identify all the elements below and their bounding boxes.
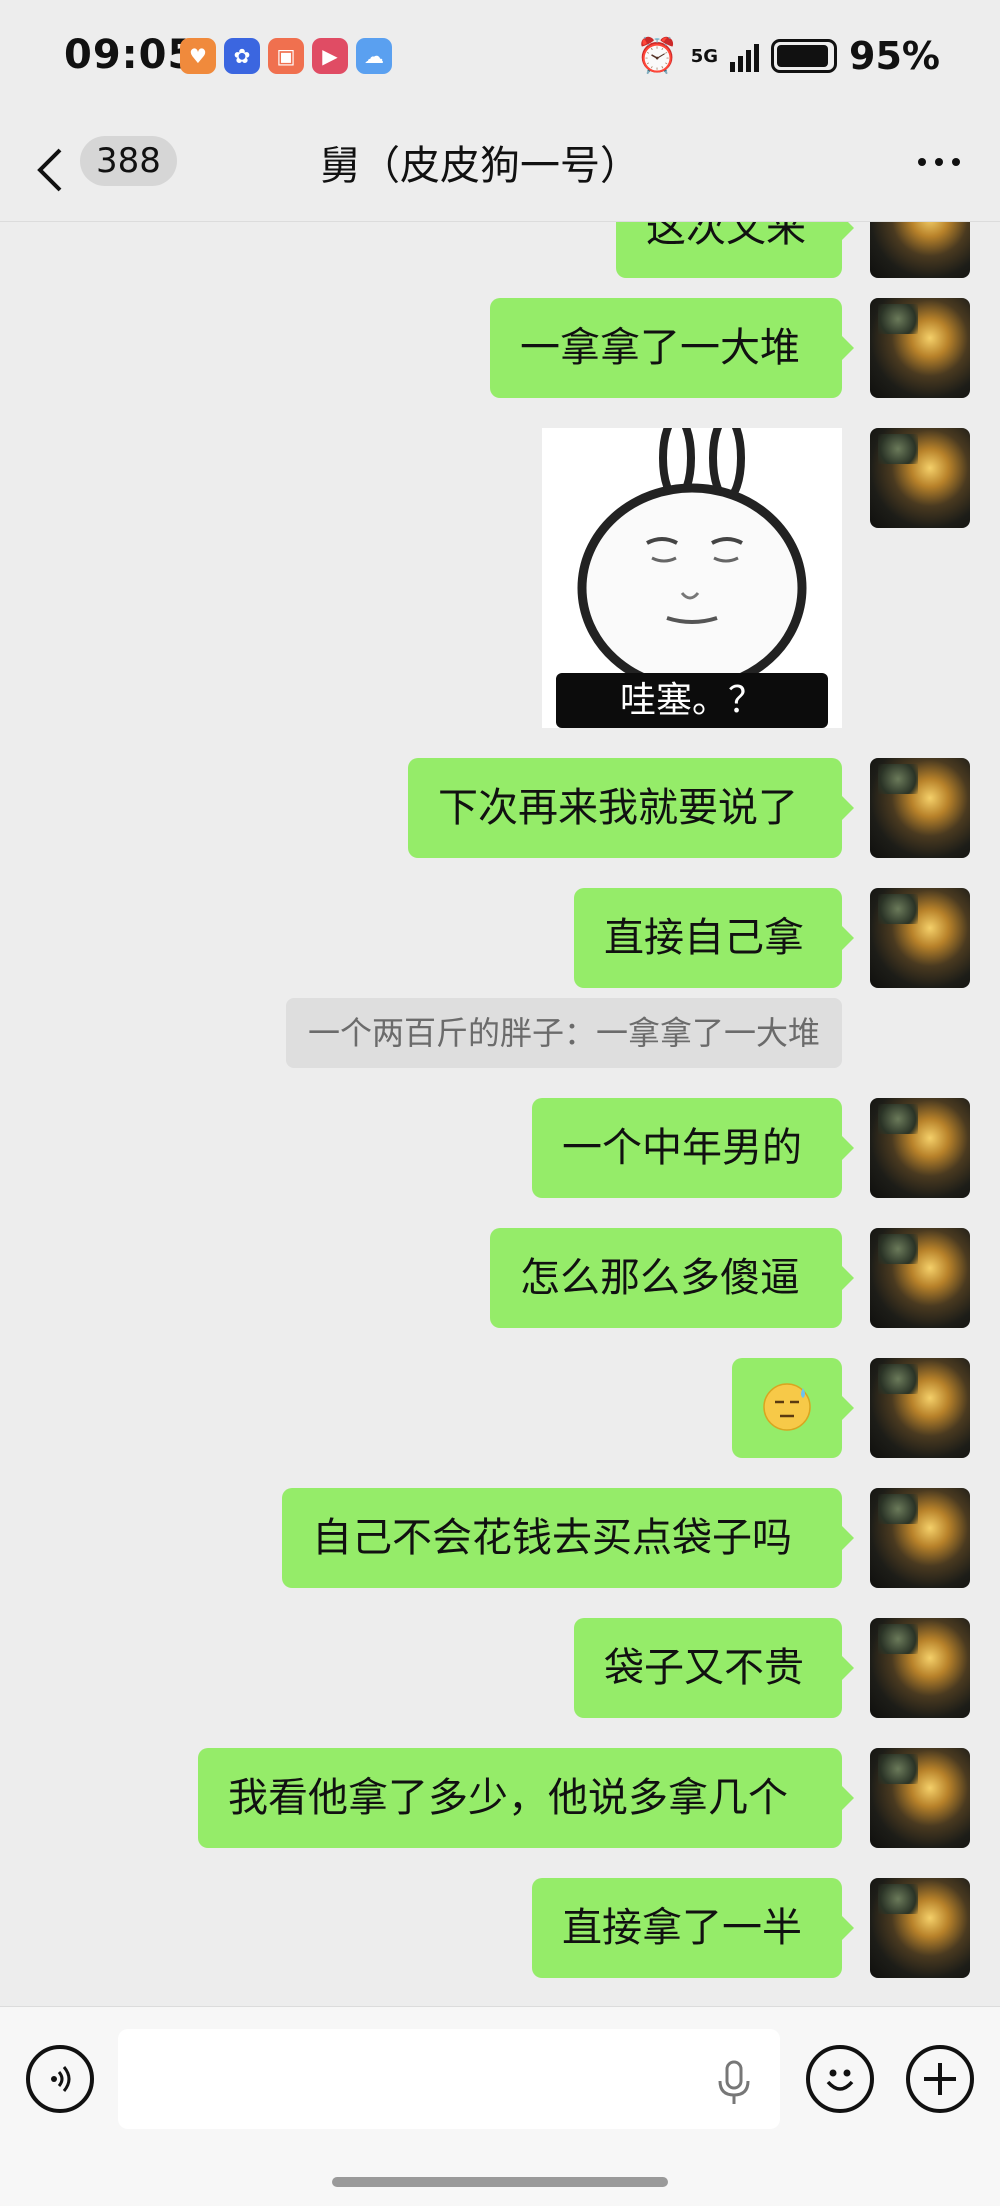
chat-title[interactable]: 舅（皮皮狗一号） bbox=[0, 136, 960, 196]
sticker-image[interactable]: 哇塞。？ bbox=[542, 428, 842, 728]
message-row: 这次又来 bbox=[0, 222, 1000, 278]
message-bubble[interactable]: 自己不会花钱去买点袋子吗 bbox=[282, 1488, 854, 1588]
message-bubble[interactable]: 一拿拿了一大堆 bbox=[490, 298, 854, 398]
plus-button[interactable] bbox=[906, 2045, 974, 2113]
message-input[interactable] bbox=[118, 2029, 780, 2129]
avatar[interactable] bbox=[870, 428, 970, 528]
avatar[interactable] bbox=[870, 888, 970, 988]
message-row: 哇塞。？ bbox=[0, 428, 1000, 728]
status-app-icons: ♥ ✿ ▣ ▶ ☁ bbox=[180, 38, 392, 74]
message-row: 自己不会花钱去买点袋子吗 bbox=[0, 1488, 1000, 1588]
message-row: 直接拿了一半 bbox=[0, 1878, 1000, 1978]
plus-icon bbox=[924, 2063, 956, 2095]
battery-icon bbox=[771, 39, 838, 73]
emoji-button[interactable] bbox=[806, 2045, 874, 2113]
input-bar bbox=[0, 2006, 1000, 2206]
message-row: 袋子又不贵 bbox=[0, 1618, 1000, 1718]
message-row: 一个中年男的 bbox=[0, 1098, 1000, 1198]
avatar[interactable] bbox=[870, 222, 970, 278]
voice-icon bbox=[51, 2066, 71, 2092]
message-bubble[interactable]: 袋子又不贵 bbox=[574, 1618, 854, 1718]
avatar[interactable] bbox=[870, 1358, 970, 1458]
alarm-icon: ⏰ bbox=[636, 36, 679, 76]
microphone-icon bbox=[718, 2060, 750, 2104]
battery-percentage: 95% bbox=[849, 34, 940, 78]
status-indicators: ⏰ 5G 95% bbox=[636, 34, 940, 78]
message-bubble[interactable]: 这次又来 bbox=[616, 222, 854, 278]
message-list[interactable]: 这次又来 一拿拿了一大堆 哇塞。？ 下次再来我就要说了 直接自己拿 一个两百斤的… bbox=[0, 222, 1000, 2006]
avatar[interactable] bbox=[870, 1228, 970, 1328]
status-bar: 09:05 ♥ ✿ ▣ ▶ ☁ ⏰ 5G 95% bbox=[0, 0, 1000, 118]
avatar[interactable] bbox=[870, 1488, 970, 1588]
message-row: 直接自己拿 bbox=[0, 888, 1000, 988]
avatar[interactable] bbox=[870, 1098, 970, 1198]
home-indicator[interactable] bbox=[332, 2177, 668, 2187]
heart-app-icon: ♥ bbox=[180, 38, 216, 74]
message-bubble[interactable]: 我看他拿了多少，他说多拿几个 bbox=[198, 1748, 854, 1848]
more-dots-icon bbox=[918, 158, 926, 166]
message-bubble[interactable]: 一个中年男的 bbox=[532, 1098, 854, 1198]
message-row: 下次再来我就要说了 bbox=[0, 758, 1000, 858]
weather-app-icon: ☁ bbox=[356, 38, 392, 74]
network-label: 5G bbox=[690, 45, 719, 67]
sticker-caption: 哇塞。？ bbox=[619, 680, 764, 721]
more-button[interactable] bbox=[918, 158, 960, 166]
message-bubble[interactable]: 下次再来我就要说了 bbox=[408, 758, 854, 858]
message-row: 我看他拿了多少，他说多拿几个 bbox=[0, 1748, 1000, 1848]
microphone-button[interactable] bbox=[714, 2059, 754, 2111]
message-bubble[interactable] bbox=[732, 1358, 854, 1458]
chat-header: 388 舅（皮皮狗一号） bbox=[0, 118, 1000, 222]
message-row bbox=[0, 1358, 1000, 1458]
signal-icon bbox=[730, 40, 760, 72]
message-bubble[interactable]: 直接自己拿 bbox=[574, 888, 854, 988]
avatar[interactable] bbox=[870, 1748, 970, 1848]
message-row: 怎么那么多傻逼 bbox=[0, 1228, 1000, 1328]
message-bubble[interactable]: 怎么那么多傻逼 bbox=[490, 1228, 854, 1328]
flower-app-icon: ✿ bbox=[224, 38, 260, 74]
message-row: 一拿拿了一大堆 bbox=[0, 298, 1000, 398]
avatar[interactable] bbox=[870, 298, 970, 398]
sweat-face-emoji bbox=[763, 1383, 811, 1431]
avatar[interactable] bbox=[870, 758, 970, 858]
message-bubble[interactable]: 直接拿了一半 bbox=[532, 1878, 854, 1978]
taobao-app-icon: ▣ bbox=[268, 38, 304, 74]
video-app-icon: ▶ bbox=[312, 38, 348, 74]
status-time: 09:05 bbox=[64, 32, 197, 78]
emoji-icon bbox=[826, 2069, 854, 2091]
quoted-message[interactable]: 一个两百斤的胖子：一拿拿了一大堆 bbox=[285, 998, 842, 1068]
avatar[interactable] bbox=[870, 1618, 970, 1718]
avatar[interactable] bbox=[870, 1878, 970, 1978]
voice-button[interactable] bbox=[26, 2045, 94, 2113]
